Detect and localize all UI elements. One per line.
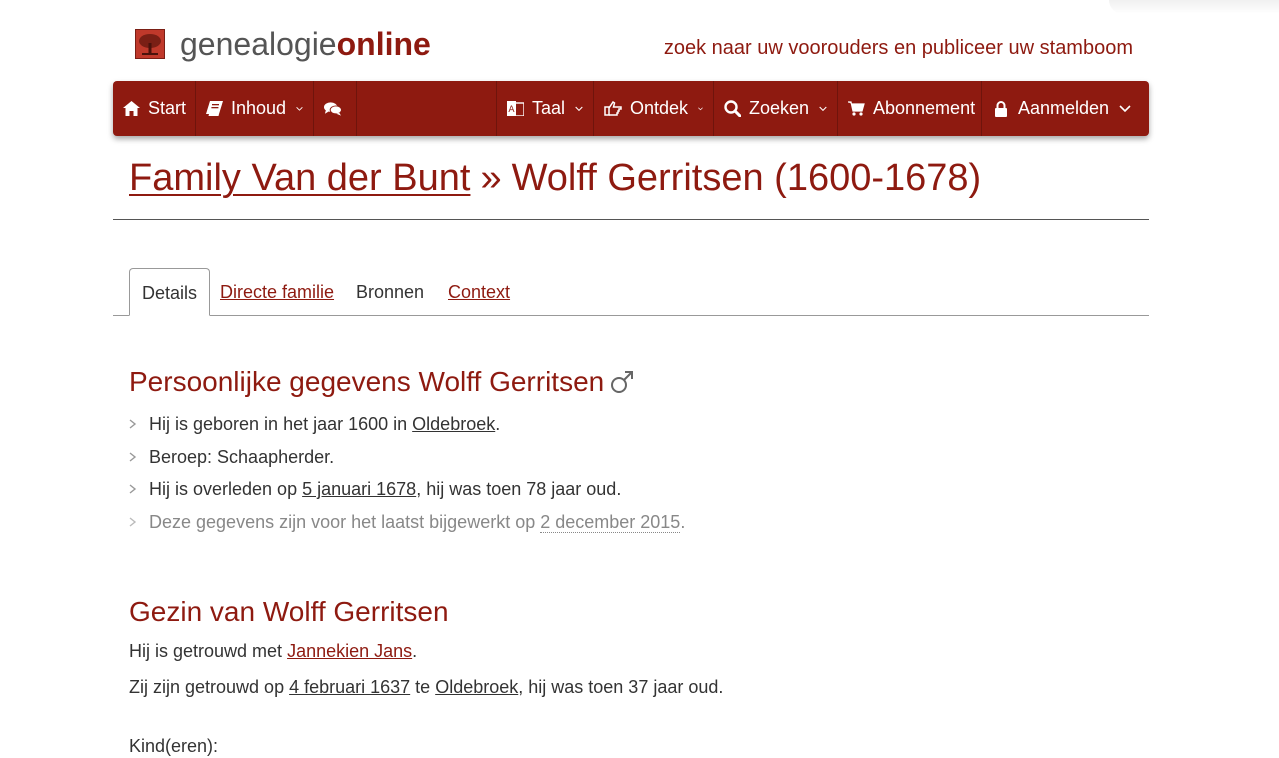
nav-zoeken-label: Zoeken — [749, 98, 810, 118]
chevron-right-icon — [129, 516, 137, 527]
brand-name[interactable]: genealogieonline — [180, 24, 431, 64]
tree-logo-icon[interactable] — [135, 29, 165, 59]
wedding-place-link[interactable]: Oldebroek — [435, 677, 518, 697]
list-item-occupation: Beroep: Schaapherder. — [129, 441, 685, 474]
birth-suffix: . — [495, 414, 501, 434]
personal-heading: Persoonlijke gegevens Wolff Gerritsen — [129, 365, 634, 399]
family-link[interactable]: Family Van der Bunt — [129, 157, 470, 199]
nav-ontdek[interactable]: Ontdek — [593, 81, 713, 136]
list-item-updated: Deze gegevens zijn voor het laatst bijge… — [129, 506, 685, 539]
children-label: Kind(eren): — [129, 736, 219, 756]
occupation-text: Beroep: Schaapherder. — [149, 446, 335, 467]
death-date-link[interactable]: 5 januari 1678 — [302, 479, 416, 499]
chevron-right-icon — [129, 484, 137, 494]
search-icon — [724, 100, 741, 118]
wedding-mid: te — [410, 677, 436, 697]
wedding-date-link[interactable]: 4 februari 1637 — [289, 677, 410, 697]
death-text: Hij is overleden op — [149, 479, 303, 499]
updated-text: Deze gegevens zijn voor het laatst bijge… — [149, 511, 541, 532]
tagline: zoek naar uw voorouders en publiceer uw … — [663, 37, 1133, 59]
tab-bronnen[interactable]: Bronnen — [344, 268, 436, 316]
male-symbol-icon — [611, 371, 634, 393]
nav-start[interactable]: Start — [113, 81, 196, 136]
wedding-text: Zij zijn getrouwd op — [129, 677, 290, 697]
nav-inhoud-label: Inhoud — [231, 98, 287, 118]
person-name-title: Wolff Gerritsen (1600-1678) — [511, 157, 982, 199]
chevron-down-icon — [575, 106, 583, 111]
chevron-down-icon — [819, 106, 827, 111]
married-text: Hij is getrouwd met — [129, 641, 288, 661]
nav-aanmelden-label: Aanmelden — [1018, 98, 1110, 118]
brand-bold: online — [336, 26, 431, 62]
birth-place-link[interactable]: Oldebroek — [412, 414, 495, 434]
list-item-death: Hij is overleden op 5 januari 1678, hij … — [129, 473, 685, 506]
language-icon: A — [507, 100, 524, 118]
nav-aanmelden[interactable]: Aanmelden — [981, 81, 1149, 136]
wedding-line: Zij zijn getrouwd op 4 februari 1637 te … — [129, 675, 723, 699]
shopping-cart-icon — [848, 100, 865, 118]
home-icon — [123, 100, 140, 118]
page-title: Family Van der Bunt» Wolff Gerritsen (160… — [129, 155, 981, 201]
tab-details[interactable]: Details — [129, 268, 211, 316]
wedding-suffix: , hij was toen 37 jaar oud. — [518, 677, 724, 697]
birth-text: Hij is geboren in het jaar 1600 in — [149, 414, 413, 434]
breadcrumb-separator: » — [480, 157, 502, 199]
marriage-line: Hij is getrouwd met Jannekien Jans. — [129, 639, 417, 663]
chevron-down-icon — [698, 107, 703, 110]
hand-pointer-icon — [604, 100, 622, 118]
brand-regular: genealogie — [180, 26, 337, 62]
spouse-link[interactable]: Jannekien Jans — [287, 641, 412, 661]
list-item-birth: Hij is geboren in het jaar 1600 in Oldeb… — [129, 408, 685, 441]
nav-ontdek-label: Ontdek — [630, 98, 689, 118]
site-header: genealogieonline zoek naar uw voorouders… — [0, 0, 1279, 80]
nav-zoeken[interactable]: Zoeken — [713, 81, 837, 136]
updated-suffix: . — [680, 511, 686, 532]
updated-date: 2 december 2015 — [540, 511, 681, 533]
tab-context[interactable]: Context — [436, 268, 522, 316]
svg-text:A: A — [508, 105, 515, 115]
nav-start-label: Start — [148, 98, 187, 118]
comments-icon — [324, 100, 342, 118]
death-suffix: , hij was toen 78 jaar oud. — [416, 479, 622, 499]
chevron-right-icon — [129, 419, 137, 429]
chevron-right-icon — [129, 451, 137, 462]
lock-icon — [992, 100, 1010, 118]
married-suffix: . — [412, 641, 418, 661]
nav-abonnement-label: Abonnement — [873, 98, 976, 118]
title-divider — [113, 219, 1149, 220]
main-navbar: Start Inhoud A Taal Ontdek Zoeken Abonne… — [113, 81, 1149, 136]
chevron-down-icon — [1119, 104, 1131, 112]
family-heading: Gezin van Wolff Gerritsen — [129, 596, 449, 627]
personal-facts-list: Hij is geboren in het jaar 1600 in Oldeb… — [129, 408, 685, 538]
nav-taal[interactable]: A Taal — [496, 81, 593, 136]
book-icon — [206, 100, 223, 118]
nav-inhoud[interactable]: Inhoud — [196, 81, 314, 136]
nav-abonnement[interactable]: Abonnement — [837, 81, 981, 136]
nav-taal-label: Taal — [532, 98, 566, 118]
tab-directe-familie[interactable]: Directe familie — [208, 268, 346, 316]
chevron-down-icon — [296, 106, 303, 111]
nav-chat[interactable] — [314, 81, 357, 136]
personal-heading-text: Persoonlijke gegevens Wolff Gerritsen — [129, 366, 605, 397]
